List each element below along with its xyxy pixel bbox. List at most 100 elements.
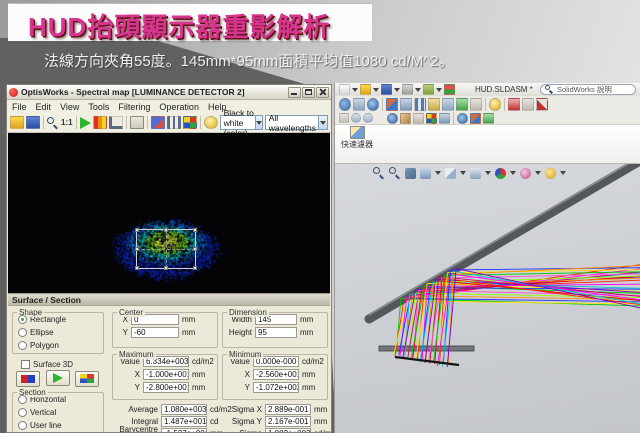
solidworks-search-box[interactable]: SolidWorks 說明	[540, 84, 636, 95]
save-icon[interactable]	[381, 84, 392, 95]
chevron-down-icon[interactable]	[394, 88, 400, 92]
hide-show-items-icon[interactable]	[495, 168, 506, 179]
smart-fasteners-icon[interactable]	[428, 98, 440, 111]
display-style-icon[interactable]	[470, 168, 481, 179]
section-view-icon[interactable]	[420, 168, 431, 179]
render-icon[interactable]	[483, 113, 494, 124]
false-color-icon[interactable]	[16, 371, 40, 387]
close-icon[interactable]	[316, 87, 329, 98]
bulb-icon[interactable]	[204, 116, 218, 129]
optis-tool-icon[interactable]	[508, 98, 520, 111]
chevron-down-icon[interactable]	[510, 171, 516, 175]
open-folder-icon[interactable]	[10, 116, 24, 129]
quick-filter-button[interactable]: 快速濾器	[341, 126, 373, 149]
radio-polygon[interactable]: Polygon	[18, 339, 100, 351]
selection-handle[interactable]	[135, 266, 139, 270]
surface-icon[interactable]	[470, 113, 481, 124]
optisworks-titlebar[interactable]: OptisWorks - Spectral map [LUMINANCE DET…	[7, 85, 331, 100]
chevron-down-icon[interactable]	[255, 116, 262, 129]
minimize-icon[interactable]	[288, 87, 301, 98]
selection-handle[interactable]	[164, 228, 168, 232]
zoom-modify-icon[interactable]	[339, 98, 351, 111]
radio-ellipse[interactable]: Ellipse	[18, 326, 100, 338]
selection-handle[interactable]	[193, 247, 197, 251]
radio-vertical[interactable]: Vertical	[18, 406, 100, 418]
print-icon[interactable]	[402, 84, 413, 95]
maximize-icon[interactable]	[302, 87, 315, 98]
surface-3d-checkbox[interactable]: Surface 3D	[21, 358, 73, 370]
color-triangle-icon[interactable]	[46, 370, 70, 386]
previous-view-icon[interactable]	[405, 168, 416, 179]
refresh-icon[interactable]	[363, 113, 373, 123]
annotation-icon[interactable]	[413, 113, 424, 124]
move-component-icon[interactable]	[442, 98, 454, 111]
zoom-area-icon[interactable]	[389, 167, 401, 179]
view-orientation-icon[interactable]	[445, 168, 456, 179]
appearance-icon[interactable]	[520, 168, 531, 179]
levels-icon[interactable]	[167, 116, 181, 129]
sketch-icon[interactable]	[387, 113, 398, 124]
center-y-field[interactable]: -60	[131, 327, 179, 338]
simulation-icon[interactable]	[522, 98, 534, 111]
assembly-features-icon[interactable]	[470, 98, 482, 111]
palette-dropdown[interactable]: Black to white (color)	[220, 115, 263, 130]
rebuild-icon[interactable]	[444, 84, 455, 95]
menu-filtering[interactable]: Filtering	[118, 102, 150, 112]
lightbulb-icon[interactable]	[489, 98, 501, 111]
chevron-down-icon[interactable]	[535, 171, 541, 175]
pattern-icon[interactable]	[414, 98, 426, 111]
selection-handle[interactable]	[135, 247, 139, 251]
chevron-down-icon[interactable]	[460, 171, 466, 175]
selection-handle[interactable]	[164, 266, 168, 270]
panel-header[interactable]: Surface / Section	[8, 294, 330, 306]
zoom-icon[interactable]	[47, 117, 59, 129]
menu-operation[interactable]: Operation	[159, 102, 199, 112]
undo-icon[interactable]	[423, 84, 434, 95]
cancel-icon[interactable]	[339, 113, 349, 123]
ray-trace-icon[interactable]	[536, 98, 548, 111]
plane-icon[interactable]	[400, 113, 411, 124]
actual-size-icon[interactable]: 1:1	[61, 118, 73, 127]
color-mode-icon[interactable]	[80, 117, 91, 129]
height-field[interactable]: 95	[255, 327, 297, 338]
selection-handle[interactable]	[193, 228, 197, 232]
rotate-view-icon[interactable]	[367, 98, 379, 111]
mate-icon[interactable]	[400, 98, 412, 111]
menu-file[interactable]: File	[12, 102, 27, 112]
grid-icon[interactable]	[183, 116, 197, 129]
show-hide-icon[interactable]	[456, 98, 468, 111]
spectral-map-icon[interactable]	[426, 113, 437, 124]
chevron-down-icon[interactable]	[318, 116, 327, 129]
chevron-down-icon[interactable]	[352, 88, 358, 92]
chevron-down-icon[interactable]	[373, 88, 379, 92]
clipboard-icon[interactable]	[130, 116, 144, 129]
wavelength-dropdown[interactable]: All wavelengths	[265, 115, 328, 130]
radio-user-line[interactable]: User line	[18, 419, 100, 431]
color-grid-icon[interactable]	[75, 371, 99, 387]
light-icon[interactable]	[457, 113, 468, 124]
component-icon[interactable]	[386, 98, 398, 111]
scene-icon[interactable]	[545, 168, 556, 179]
selection-handle[interactable]	[193, 266, 197, 270]
open-folder-icon[interactable]	[360, 84, 371, 95]
menu-view[interactable]: View	[60, 102, 79, 112]
palette-icon[interactable]	[93, 116, 107, 129]
chevron-down-icon[interactable]	[485, 171, 491, 175]
zoom-fit-icon[interactable]	[373, 167, 385, 179]
chevron-down-icon[interactable]	[560, 171, 566, 175]
save-icon[interactable]	[26, 116, 40, 129]
detector-icon[interactable]	[439, 113, 450, 124]
chevron-down-icon[interactable]	[415, 88, 421, 92]
graphics-viewport[interactable]	[335, 164, 640, 433]
luminance-map[interactable]	[8, 133, 330, 293]
redo-circle-icon[interactable]	[351, 113, 361, 123]
measurement-selection-rect[interactable]	[136, 229, 196, 269]
measure-icon[interactable]	[109, 116, 123, 129]
pan-icon[interactable]	[353, 98, 365, 111]
new-document-icon[interactable]	[339, 84, 350, 95]
chevron-down-icon[interactable]	[435, 171, 441, 175]
selection-handle[interactable]	[135, 228, 139, 232]
menu-edit[interactable]: Edit	[36, 102, 52, 112]
chevron-down-icon[interactable]	[436, 88, 442, 92]
menu-tools[interactable]: Tools	[88, 102, 109, 112]
